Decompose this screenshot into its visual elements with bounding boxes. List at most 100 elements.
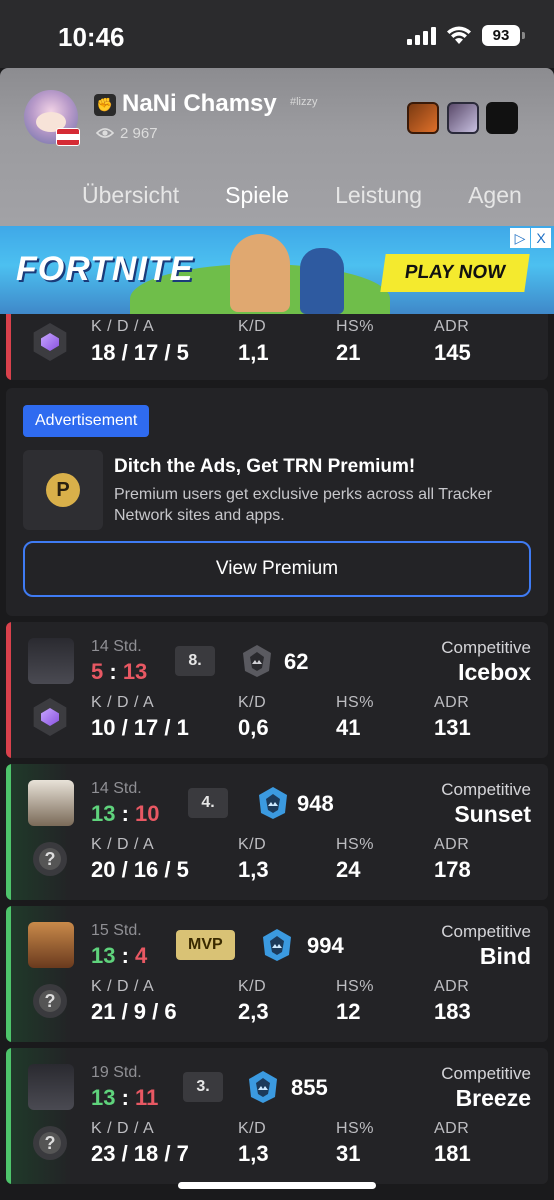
player-name: NaNi Chamsy [122, 90, 277, 117]
adr-label: ADR [434, 1120, 470, 1137]
match-mode: Competitive [441, 638, 531, 657]
agent-portrait [28, 638, 74, 684]
hs-label: HS% [336, 1120, 374, 1137]
premium-title: Ditch the Ads, Get TRN Premium! [114, 456, 416, 477]
rank-icon [259, 787, 287, 819]
match-mode: Competitive [441, 780, 531, 799]
agent-portrait [28, 1064, 74, 1110]
player-tag: #lizzy [290, 96, 318, 108]
hs-label: HS% [336, 694, 374, 711]
kda-label: K / D / A [91, 318, 155, 335]
adr-label: ADR [434, 694, 470, 711]
tab-bar: Übersicht Spiele Leistung Agen [82, 182, 522, 209]
kd-value: 0,6 [238, 715, 269, 740]
kda-value: 20 / 16 / 5 [91, 857, 189, 882]
austria-flag-icon [56, 128, 80, 146]
premium-description: Premium users get exclusive perks across… [114, 486, 492, 524]
premium-ad-card: Advertisement P Ditch the Ads, Get TRN P… [6, 388, 548, 616]
hs-label: HS% [336, 978, 374, 995]
adr-label: ADR [434, 836, 470, 853]
hs-value: 12 [336, 999, 361, 1024]
empty-badge-icon[interactable] [486, 102, 518, 134]
match-card-partial[interactable]: K / D / A 18 / 17 / 5 K/D 1,1 HS% 21 ADR… [6, 314, 548, 380]
rr-value: 948 [297, 791, 334, 816]
match-time: 19 Std. [91, 1064, 142, 1081]
profile-header: ✊ NaNi Chamsy #lizzy 2 967 Übersicht Spi… [0, 68, 554, 226]
adr-value: 131 [434, 715, 471, 740]
rank-gem-icon [33, 698, 67, 736]
tab-agents[interactable]: Agen [468, 182, 522, 209]
hs-label: HS% [336, 836, 374, 853]
rr-value: 994 [307, 933, 344, 958]
kda-value: 10 / 17 / 1 [91, 715, 189, 740]
tab-performance[interactable]: Leistung [335, 182, 422, 209]
hs-value: 41 [336, 715, 361, 740]
agent-portrait [28, 780, 74, 826]
view-premium-button[interactable]: View Premium [23, 541, 531, 597]
hs-label: HS% [336, 318, 374, 335]
unknown-rank-icon: ? [33, 1126, 67, 1160]
adr-value: 178 [434, 857, 471, 882]
match-card[interactable]: 15 Std. 13 : 4 MVP 994 Competitive Bind … [6, 906, 548, 1042]
adr-value: 145 [434, 340, 471, 365]
map-name: Bind [479, 943, 531, 969]
fortnite-logo: FORTNITE [16, 250, 194, 288]
agent-portrait [28, 922, 74, 968]
match-time: 14 Std. [91, 780, 142, 797]
tab-overview[interactable]: Übersicht [82, 182, 179, 209]
fortnite-ad-banner[interactable]: FORTNITE PLAY NOW ▷ X [0, 226, 554, 314]
flame-badge-icon[interactable] [407, 102, 439, 134]
gem-badge-icon[interactable] [447, 102, 479, 134]
match-card[interactable]: 14 Std. 13 : 10 4. 948 Competitive Sunse… [6, 764, 548, 900]
wifi-icon [447, 26, 471, 44]
kd-label: K/D [238, 318, 267, 335]
hs-value: 31 [336, 1141, 361, 1166]
eye-icon [96, 128, 114, 138]
kd-label: K/D [238, 836, 267, 853]
premium-coin-icon: P [46, 473, 80, 507]
signal-icon [407, 26, 436, 45]
status-bar: 10:46 93 [0, 0, 554, 68]
map-name: Icebox [458, 659, 531, 685]
play-now-button[interactable]: PLAY NOW [380, 254, 530, 292]
trn-premium-logo: P [23, 450, 103, 530]
match-mode: Competitive [441, 922, 531, 941]
kda-label: K / D / A [91, 1120, 155, 1137]
kd-value: 1,3 [238, 1141, 269, 1166]
match-mode: Competitive [441, 1064, 531, 1083]
rank-icon [243, 645, 271, 677]
adr-value: 183 [434, 999, 471, 1024]
riot-fist-icon: ✊ [94, 94, 116, 116]
view-count: 2 967 [120, 125, 158, 142]
adr-value: 181 [434, 1141, 471, 1166]
rr-value: 62 [284, 649, 309, 674]
tab-matches[interactable]: Spiele [225, 182, 289, 209]
status-icons: 93 [407, 25, 525, 46]
rank-gem-icon [33, 323, 67, 361]
kda-value: 18 / 17 / 5 [91, 340, 189, 365]
ad-choices-icon[interactable]: ▷ [510, 228, 530, 248]
match-score: 5 : 13 [91, 659, 148, 684]
kda-value: 21 / 9 / 6 [91, 999, 177, 1024]
rank-icon [249, 1071, 277, 1103]
home-indicator[interactable] [178, 1182, 376, 1189]
kda-value: 23 / 18 / 7 [91, 1141, 189, 1166]
match-card[interactable]: 14 Std. 5 : 13 8. 62 Competitive Icebox … [6, 622, 548, 758]
unknown-rank-icon: ? [33, 984, 67, 1018]
kda-label: K / D / A [91, 978, 155, 995]
advertisement-badge: Advertisement [23, 405, 150, 437]
match-time: 14 Std. [91, 638, 142, 655]
match-score: 13 : 4 [91, 943, 148, 968]
match-card[interactable]: 19 Std. 13 : 11 3. 855 Competitive Breez… [6, 1048, 548, 1184]
kd-label: K/D [238, 1120, 267, 1137]
placement-badge: 3. [183, 1072, 223, 1102]
rr-value: 855 [291, 1075, 328, 1100]
close-icon[interactable]: X [531, 228, 551, 248]
kda-label: K / D / A [91, 694, 155, 711]
match-time: 15 Std. [91, 922, 142, 939]
map-name: Breeze [455, 1085, 531, 1111]
placement-badge: 4. [188, 788, 228, 818]
mvp-badge: MVP [176, 930, 235, 960]
unknown-rank-icon: ? [33, 842, 67, 876]
rank-icon [263, 929, 291, 961]
